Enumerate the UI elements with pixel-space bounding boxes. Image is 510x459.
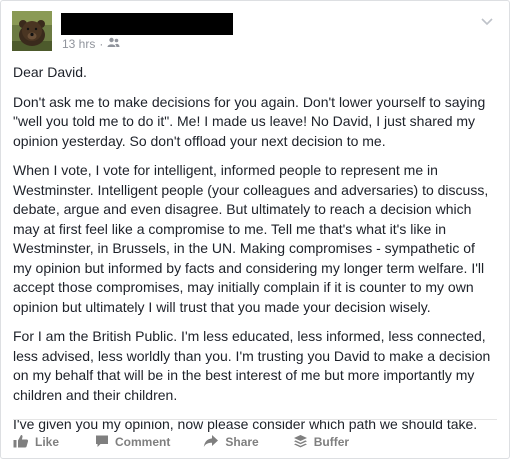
facebook-post: 13 hrs · Dear David. Don't ask me to mak… xyxy=(0,0,510,459)
post-header: 13 hrs · xyxy=(12,9,497,51)
post-meta: 13 hrs · xyxy=(62,37,120,51)
comment-label: Comment xyxy=(115,435,171,449)
chevron-down-icon[interactable] xyxy=(479,13,495,29)
comment-icon xyxy=(95,434,115,451)
buffer-button[interactable]: Buffer xyxy=(293,434,349,451)
share-arrow-icon xyxy=(203,434,225,451)
post-paragraph: For I am the British Public. I'm less ed… xyxy=(13,328,491,403)
friends-icon[interactable] xyxy=(107,37,120,51)
share-button[interactable]: Share xyxy=(203,434,259,451)
post-body: Dear David. Don't ask me to make decisio… xyxy=(13,63,497,445)
post-paragraph: Don't ask me to make decisions for you a… xyxy=(13,93,486,149)
actions-divider xyxy=(13,419,497,420)
post-timestamp[interactable]: 13 hrs xyxy=(62,37,95,51)
post-paragraph: Dear David. xyxy=(13,64,87,80)
avatar-bear-image xyxy=(12,11,52,51)
like-button[interactable]: Like xyxy=(13,434,59,451)
comment-button[interactable]: Comment xyxy=(95,434,170,451)
post-actions: Like Comment Share Buffer xyxy=(13,427,349,457)
buffer-stack-icon xyxy=(293,434,314,451)
like-label: Like xyxy=(35,435,60,449)
redacted-author-name[interactable] xyxy=(61,13,233,35)
post-paragraph: When I vote, I vote for intelligent, inf… xyxy=(13,162,489,315)
thumbs-up-icon xyxy=(13,434,35,451)
meta-separator: · xyxy=(99,37,104,51)
share-label: Share xyxy=(225,435,259,449)
avatar[interactable] xyxy=(12,11,52,51)
buffer-label: Buffer xyxy=(313,435,350,449)
